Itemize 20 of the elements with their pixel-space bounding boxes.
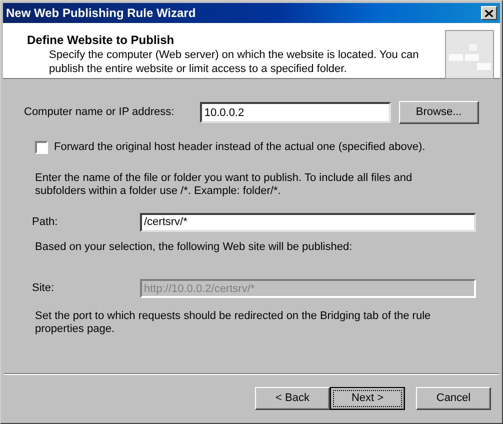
selection-text: Based on your selection, the following Web site will be published:	[35, 240, 354, 254]
wizard-button[interactable]: Next >	[330, 386, 405, 410]
port-text: Set the port to which requests should be redirected on the Bridging tab of the rule properties page.	[35, 310, 432, 336]
wizard-button[interactable]: < Back	[255, 386, 330, 410]
path-input[interactable]: /certsrv/*	[140, 212, 476, 232]
checkbox[interactable]	[35, 140, 48, 154]
checkbox-label[interactable]: Forward the original host header instead of the actual one (specified above).	[54, 139, 426, 156]
computer-input[interactable]: 10.0.0.2	[200, 102, 391, 123]
window-title: New Web Publishing Rule Wizard	[6, 5, 196, 22]
instruction-text: Enter the name of the file or folder you want to publish. To include all files and subfolders within a folder use /*. Example: folder/*.	[35, 172, 414, 198]
close-button[interactable]	[481, 6, 497, 20]
field-label: Computer name or IP address:	[24, 105, 176, 120]
browse-button[interactable]: Browse...	[398, 101, 480, 124]
field-label: Site:	[32, 281, 56, 296]
header-description: Specify the computer (Web server) on which the website is located. You can publish the entire website or limit access to a specified folder.	[48, 48, 420, 76]
field-label: Path:	[32, 214, 59, 230]
wizard-button[interactable]: Cancel	[416, 386, 491, 410]
site-input: http://10.0.0.2/certsrv/*	[140, 279, 476, 298]
close-icon	[485, 10, 493, 16]
header-title: Define Website to Publish	[27, 32, 176, 48]
